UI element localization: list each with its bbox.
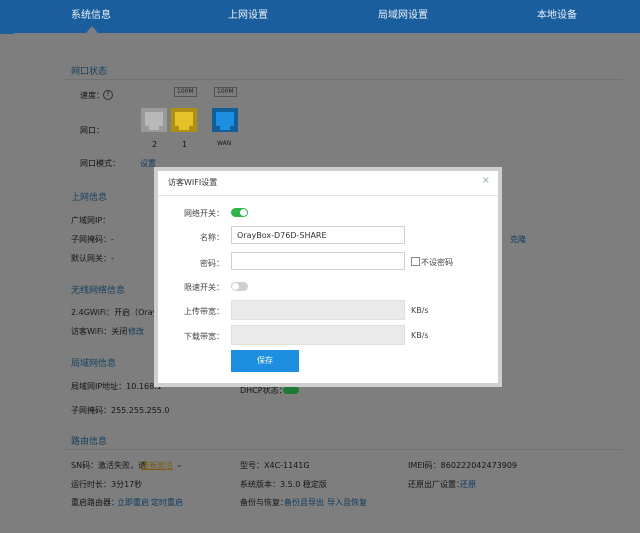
chevron-down-icon[interactable]: ⌄ <box>176 460 183 469</box>
tab-internet-settings[interactable]: 上网设置 <box>228 6 268 21</box>
reactivate-link[interactable]: 重新激活 <box>141 460 173 471</box>
upload-bandwidth-label: 上传带宽： <box>184 307 224 316</box>
top-nav: 系统信息 上网设置 局域网设置 本地设备 <box>0 0 640 34</box>
port-label: 网口： <box>80 126 104 135</box>
toggle-knob <box>232 283 239 290</box>
router-info-title: 路由信息 <box>71 437 108 447</box>
port-status-title: 网口状态 <box>71 67 108 77</box>
wifi-2-4g-status: 2.4GWiFi：开启（OrayB <box>71 308 163 317</box>
download-unit: KB/s <box>411 331 429 340</box>
model-info: 型号：X4C-1141G <box>240 461 310 470</box>
dialog-header-divider <box>158 195 498 196</box>
backup-restore-label: 备份与恢复： <box>240 498 288 507</box>
upload-unit: KB/s <box>411 306 429 315</box>
name-label: 名称： <box>200 233 224 242</box>
import-restore-link[interactable]: 导入且恢复 <box>327 497 367 508</box>
clone-link[interactable]: 克隆 <box>510 234 526 245</box>
section-divider <box>62 79 622 80</box>
wifi-password-input[interactable] <box>231 252 405 270</box>
timed-restart-link[interactable]: 定时重启 <box>151 497 183 508</box>
network-switch-label: 网络开关： <box>184 209 224 218</box>
restart-now-link[interactable]: 立即重启 <box>117 497 149 508</box>
wan-port-icon <box>212 108 238 132</box>
wan-subnet-mask: 子网掩码：- <box>71 235 114 244</box>
lan-subnet-mask: 子网掩码：255.255.255.0 <box>71 406 170 415</box>
network-switch-toggle[interactable] <box>231 208 248 217</box>
factory-reset-label: 还原出厂设置： <box>408 480 464 489</box>
ethernet-port-icon <box>171 108 197 132</box>
restart-label: 重启路由器： <box>71 498 119 507</box>
guest-wifi-dialog: 访客WIFI设置 × 网络开关： 名称： 密码： 不设密码 限速开关： 上传带宽… <box>158 171 498 383</box>
no-password-checkbox[interactable] <box>411 257 420 266</box>
dhcp-toggle[interactable] <box>283 386 299 394</box>
download-bandwidth-input[interactable] <box>231 325 405 345</box>
tab-local-devices[interactable]: 本地设备 <box>537 6 577 21</box>
system-version-info: 系统版本：3.5.0 稳定版 <box>240 480 327 489</box>
guest-wifi-edit-link[interactable]: 修改 <box>128 326 144 337</box>
save-button[interactable]: 保存 <box>231 350 299 372</box>
wan-ip-label: 广域网IP： <box>71 216 111 225</box>
speed-label: 速度： <box>80 91 104 100</box>
port-1-speed-tag: 100M <box>174 87 197 97</box>
section-divider <box>62 449 622 450</box>
dialog-title: 访客WIFI设置 <box>168 178 218 187</box>
internet-info-title: 上网信息 <box>71 193 108 203</box>
backup-export-link[interactable]: 备份且导出 <box>284 497 324 508</box>
uptime-info: 运行时长：3分17秒 <box>71 480 143 489</box>
toggle-knob <box>240 209 247 216</box>
download-bandwidth-label: 下载带宽： <box>184 332 224 341</box>
speed-limit-label: 限速开关： <box>184 283 224 292</box>
guest-wifi-status: 访客WiFi：关闭 <box>71 327 128 336</box>
ethernet-port-icon <box>141 108 167 132</box>
default-gateway: 默认网关：- <box>71 254 114 263</box>
lan-ip: 局域网IP地址：10.168.1 <box>71 382 162 391</box>
upload-bandwidth-input[interactable] <box>231 300 405 320</box>
port-mode-label: 网口模式： <box>80 159 120 168</box>
help-icon[interactable]: ? <box>103 90 113 100</box>
lan-info-title: 局域网信息 <box>71 359 117 369</box>
active-tab-indicator <box>86 26 98 33</box>
sn-label: SN码：激活失败，请 <box>71 461 147 470</box>
speed-limit-toggle[interactable] <box>231 282 248 291</box>
tab-system-info[interactable]: 系统信息 <box>71 6 111 21</box>
no-password-label: 不设密码 <box>421 258 453 267</box>
wifi-name-input[interactable] <box>231 226 405 244</box>
port-number: 2 <box>152 140 158 149</box>
factory-reset-link[interactable]: 还原 <box>460 479 476 490</box>
tab-lan-settings[interactable]: 局域网设置 <box>378 6 428 21</box>
password-label: 密码： <box>200 259 224 268</box>
imei-info: IMEI码：860222042473909 <box>408 461 518 470</box>
wireless-info-title: 无线网络信息 <box>71 286 126 296</box>
port-number: WAN <box>217 140 232 147</box>
port-number: 1 <box>182 140 188 149</box>
close-icon[interactable]: × <box>482 175 490 186</box>
wan-speed-tag: 100M <box>214 87 237 97</box>
